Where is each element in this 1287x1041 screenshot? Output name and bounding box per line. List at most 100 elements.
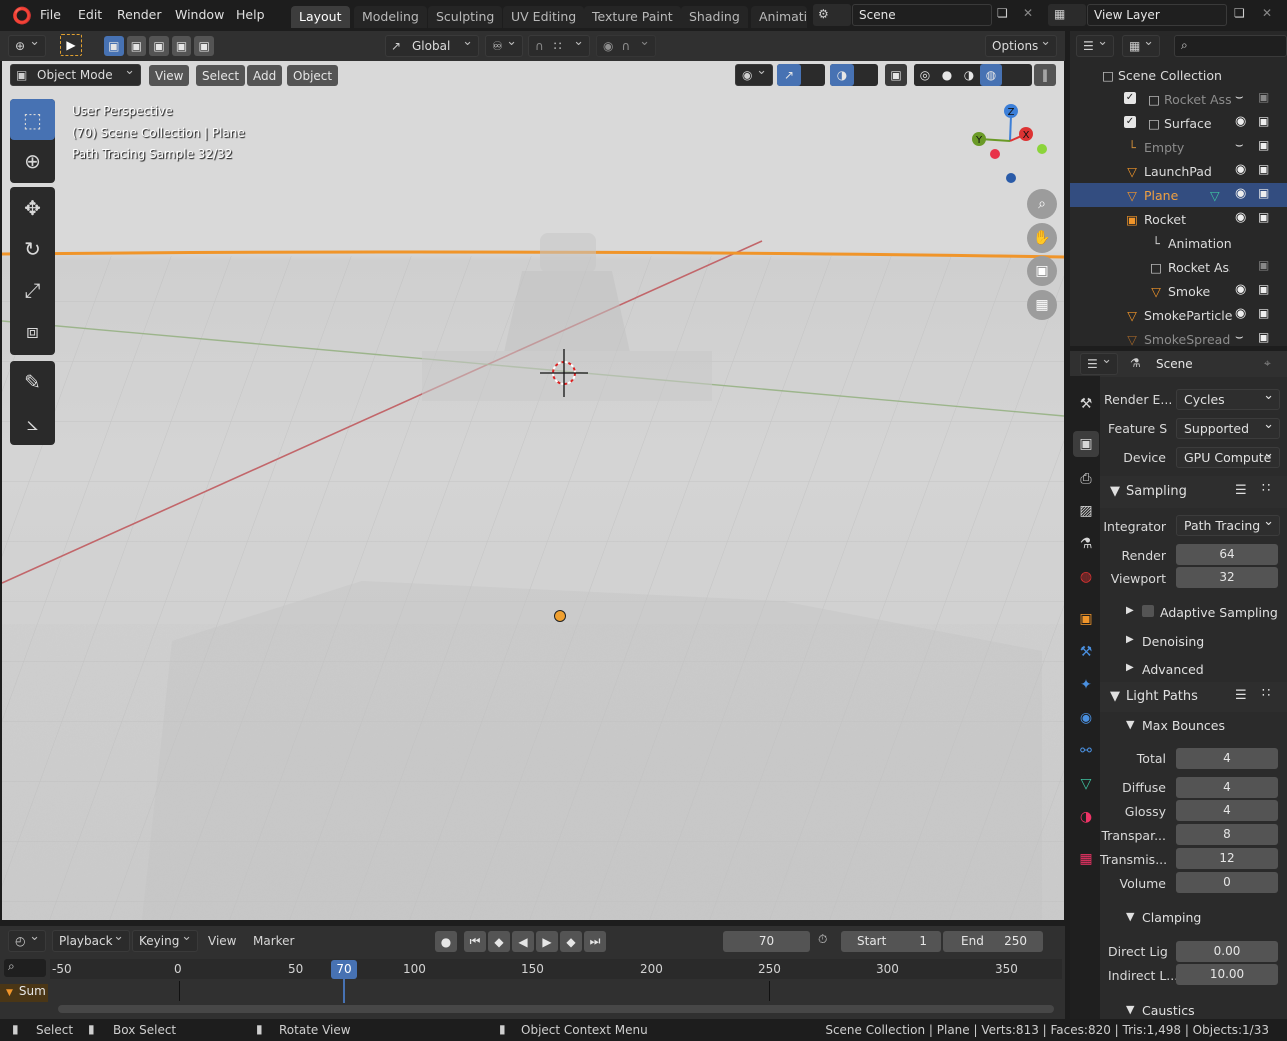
delete-scene-icon[interactable]: ✕	[1023, 6, 1033, 20]
outliner-item-animation[interactable]: └ Animation	[1070, 231, 1287, 255]
outliner-root[interactable]: □ Scene Collection	[1070, 63, 1287, 87]
max-bounces-subpanel[interactable]: ▼ Max Bounces	[1100, 714, 1287, 738]
gizmo-neg-x[interactable]	[990, 149, 1000, 159]
playhead-frame-label[interactable]: 70	[331, 960, 357, 979]
scene-browse-button[interactable]: ⚙	[813, 4, 851, 26]
camera-icon[interactable]: ▣	[1258, 330, 1269, 344]
light-paths-panel-header[interactable]: ▼ Light Paths ☰ ∷	[1100, 682, 1287, 712]
select-intersect-icon[interactable]: ▣	[194, 36, 214, 56]
camera-icon[interactable]: ▣	[1258, 186, 1269, 200]
outliner-item-empty[interactable]: └ Empty ⌣ ▣	[1070, 135, 1287, 159]
bounce-glossy-field[interactable]: 4	[1176, 800, 1278, 821]
overlay-toggle[interactable]: ◑	[830, 64, 878, 86]
mesh-data-icon[interactable]: ▽	[1210, 188, 1220, 203]
mode-dropdown[interactable]: Object Mode	[10, 63, 141, 86]
outliner-editor-type-dropdown[interactable]: ☰	[1076, 34, 1114, 57]
gizmo-neg-y[interactable]	[1037, 144, 1047, 154]
menu-file[interactable]: File	[40, 7, 61, 22]
world-tab-icon[interactable]: ◍	[1073, 564, 1099, 590]
adaptive-sampling-subpanel[interactable]: ▶ Adaptive Sampling	[1100, 601, 1287, 625]
view-layer-name-field[interactable]: View Layer	[1087, 4, 1227, 26]
gizmo-neg-z[interactable]	[1006, 173, 1016, 183]
camera-icon[interactable]: ▣	[1258, 306, 1269, 320]
denoising-subpanel[interactable]: ▶ Denoising	[1100, 630, 1287, 654]
tab-shading[interactable]: Shading	[681, 6, 748, 28]
menu-render[interactable]: Render	[117, 7, 162, 22]
visibility-dropdown[interactable]: ◉	[735, 63, 773, 86]
presets-icon[interactable]: ☰	[1235, 688, 1247, 703]
timeline-scrollbar[interactable]	[58, 1005, 1054, 1013]
select-difference-icon[interactable]: ▣	[171, 36, 192, 56]
prev-keyframe-icon[interactable]: ◆	[488, 931, 510, 952]
particles-tab-icon[interactable]: ✦	[1073, 672, 1099, 698]
view-layer-browse-button[interactable]: ▦	[1048, 4, 1086, 26]
zoom-icon[interactable]: ⌕	[1027, 189, 1057, 219]
viewport-samples-field[interactable]: 32	[1176, 567, 1278, 588]
hidden-icon[interactable]: ⌣	[1235, 90, 1244, 105]
outliner-item-smokeparticle[interactable]: ▽ SmokeParticle ◉ ▣	[1070, 303, 1287, 327]
new-view-layer-icon[interactable]: ❏	[1234, 6, 1245, 20]
eye-icon[interactable]: ◉	[1235, 282, 1246, 297]
output-tab-icon[interactable]: ⎙	[1073, 466, 1099, 492]
adaptive-sampling-checkbox[interactable]	[1142, 605, 1154, 617]
gizmo-toggle[interactable]: ↗	[777, 64, 825, 86]
eye-icon[interactable]: ◉	[1235, 114, 1246, 129]
menu-help[interactable]: Help	[236, 7, 265, 22]
pin-icon[interactable]: ⌖	[1264, 356, 1271, 371]
delete-view-layer-icon[interactable]: ✕	[1262, 6, 1272, 20]
hidden-icon[interactable]: ⌣	[1235, 138, 1244, 153]
properties-editor-type-dropdown[interactable]: ☰	[1080, 352, 1118, 375]
advanced-subpanel[interactable]: ▶ Advanced	[1100, 658, 1287, 682]
camera-disabled-icon[interactable]: ▣	[1258, 258, 1269, 272]
select-extend-icon[interactable]: ▣	[126, 36, 147, 56]
move-tool-icon[interactable]: ✥	[10, 187, 55, 228]
select-tool-icon[interactable]: ▶	[60, 34, 82, 56]
transform-tool-icon[interactable]: ⧈	[10, 310, 55, 351]
outliner-item-rocket-ass-2[interactable]: □ Rocket Ass ▣	[1070, 255, 1287, 279]
play-reverse-icon[interactable]: ◀	[512, 931, 534, 952]
tab-sculpting[interactable]: Sculpting	[428, 6, 503, 28]
object-tab-icon[interactable]: ▣	[1073, 606, 1099, 632]
device-dropdown[interactable]: GPU Compute	[1176, 444, 1280, 468]
hidden-icon[interactable]: ⌣	[1235, 330, 1244, 345]
tab-modeling[interactable]: Modeling	[354, 6, 427, 28]
marker-menu[interactable]: Marker	[253, 934, 294, 948]
constraints-tab-icon[interactable]: ⚯	[1073, 738, 1099, 764]
select-box-tool-icon[interactable]: ⬚	[10, 99, 55, 140]
scene-tab-icon[interactable]: ⚗	[1073, 531, 1099, 557]
jump-end-icon[interactable]: ⏭	[584, 931, 606, 952]
ortho-grid-icon[interactable]: ▦	[1027, 290, 1057, 320]
3d-viewport[interactable]: User Perspective (70) Scene Collection |…	[2, 61, 1064, 920]
bounce-diffuse-field[interactable]: 4	[1176, 777, 1278, 798]
clamp-indirect-field[interactable]: 10.00	[1176, 964, 1278, 985]
physics-tab-icon[interactable]: ◉	[1073, 705, 1099, 731]
tab-animation[interactable]: Animati	[751, 6, 807, 28]
view-menu[interactable]: View	[149, 65, 190, 86]
pivot-point-dropdown[interactable]: ♾	[485, 34, 523, 57]
eye-icon[interactable]: ◉	[1235, 210, 1246, 225]
outliner-item-plane[interactable]: ▽ Plane ▽ ◉ ▣	[1070, 183, 1287, 207]
camera-icon[interactable]: ▣	[1258, 282, 1269, 296]
frame-ruler[interactable]	[50, 959, 1062, 979]
menu-window[interactable]: Window	[175, 7, 224, 22]
camera-view-icon[interactable]: ▣	[1027, 256, 1057, 286]
render-tab-icon[interactable]: ▣	[1073, 431, 1099, 457]
annotate-tool-icon[interactable]: ✎	[10, 361, 55, 402]
object-origin-icon[interactable]	[554, 610, 566, 622]
editor-type-dropdown[interactable]: ⊕	[8, 34, 46, 57]
checkbox-icon[interactable]: ✓	[1124, 92, 1136, 104]
jump-start-icon[interactable]: ⏮	[464, 931, 486, 952]
object-menu[interactable]: Object	[287, 65, 339, 86]
next-keyframe-icon[interactable]: ◆	[560, 931, 582, 952]
material-tab-icon[interactable]: ◑	[1073, 804, 1099, 830]
cursor-tool-icon[interactable]: ⊕	[10, 140, 55, 181]
eye-icon[interactable]: ◉	[1235, 306, 1246, 321]
timeline-view-menu[interactable]: View	[208, 934, 236, 948]
outliner-item-smokespread[interactable]: ▽ SmokeSpread ⌣ ▣	[1070, 327, 1287, 351]
pan-hand-icon[interactable]: ✋	[1027, 223, 1057, 253]
material-shading-icon[interactable]: ◑	[958, 64, 980, 86]
tool-tab-icon[interactable]: ⚒	[1073, 391, 1099, 417]
snap-dropdown[interactable]: ∩ ∷	[528, 34, 590, 57]
outliner-item-launchpad[interactable]: ▽ LaunchPad ◉ ▣	[1070, 159, 1287, 183]
texture-tab-icon[interactable]: ▦	[1073, 846, 1099, 872]
